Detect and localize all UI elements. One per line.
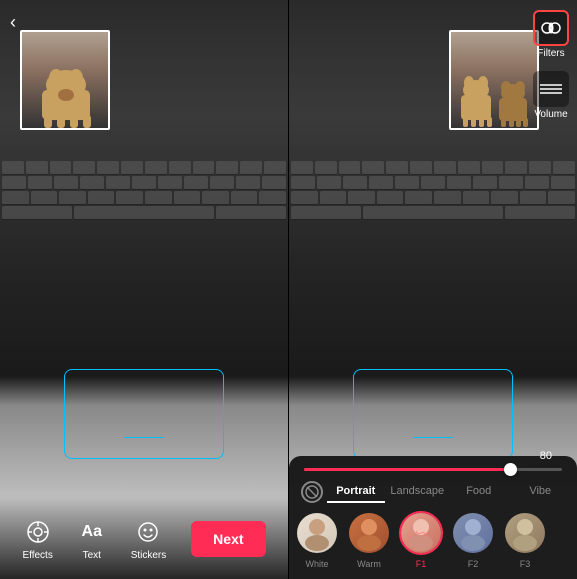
stickers-button[interactable]: Stickers <box>131 518 167 561</box>
filter-white[interactable]: White <box>295 511 339 569</box>
video-thumbnail-left <box>20 30 110 130</box>
bottom-toolbar: Effects Aa Text Stickers <box>0 499 288 579</box>
slider-fill <box>304 468 510 471</box>
tab-landscape[interactable]: Landscape <box>389 481 447 503</box>
filter-circle-white <box>295 511 339 555</box>
filter-circle-warm <box>347 511 391 555</box>
filter-name-white: White <box>305 559 328 569</box>
filter-name-warm: Warm <box>357 559 381 569</box>
filter-circle-f1 <box>399 511 443 555</box>
effects-button[interactable]: Effects <box>22 518 52 561</box>
filter-f3[interactable]: F3 <box>503 511 547 569</box>
tab-food[interactable]: Food <box>450 481 508 503</box>
trackpad-right <box>353 369 513 459</box>
effects-label: Effects <box>22 550 52 561</box>
trackpad <box>64 369 224 459</box>
stickers-label: Stickers <box>131 550 167 561</box>
volume-icon-box <box>533 71 569 107</box>
right-panel: Filters Volume 80 <box>289 0 577 579</box>
filters-tool[interactable]: Filters <box>533 10 569 59</box>
filter-f1[interactable]: F1 <box>399 511 443 569</box>
left-panel: ‹ Effects Aa <box>0 0 288 579</box>
video-thumbnail-right <box>449 30 539 130</box>
filters-label: Filters <box>537 48 564 59</box>
stickers-icon <box>134 518 162 546</box>
slider-thumb[interactable] <box>504 463 517 476</box>
text-label: Text <box>83 550 101 561</box>
filter-tabs: Portrait Landscape Food Vibe <box>327 481 569 503</box>
next-button[interactable]: Next <box>191 521 265 557</box>
volume-label: Volume <box>534 109 567 120</box>
effects-icon <box>24 518 52 546</box>
back-button[interactable]: ‹ <box>10 12 16 33</box>
filter-circles: White Warm <box>289 511 577 569</box>
tab-portrait[interactable]: Portrait <box>327 481 385 503</box>
filter-circle-f2 <box>451 511 495 555</box>
filter-slider-container: 80 <box>289 468 577 481</box>
filter-tabs-row: Portrait Landscape Food Vibe <box>289 481 577 511</box>
slider-track[interactable] <box>304 468 562 471</box>
filter-name-f1: F1 <box>416 559 427 569</box>
filter-warm[interactable]: Warm <box>347 511 391 569</box>
filter-name-f3: F3 <box>520 559 531 569</box>
filter-panel: 80 Portrait Landscape Food <box>289 456 577 579</box>
filter-f2[interactable]: F2 <box>451 511 495 569</box>
text-icon: Aa <box>78 518 106 546</box>
filter-circle-f3 <box>503 511 547 555</box>
filter-name-f2: F2 <box>468 559 479 569</box>
volume-tool[interactable]: Volume <box>533 71 569 120</box>
slider-value: 80 <box>540 450 552 462</box>
filters-icon-box <box>533 10 569 46</box>
right-tools: Filters Volume <box>533 10 569 120</box>
text-button[interactable]: Aa Text <box>78 518 106 561</box>
tab-vibe[interactable]: Vibe <box>512 481 570 503</box>
no-filter-button[interactable] <box>301 481 323 503</box>
